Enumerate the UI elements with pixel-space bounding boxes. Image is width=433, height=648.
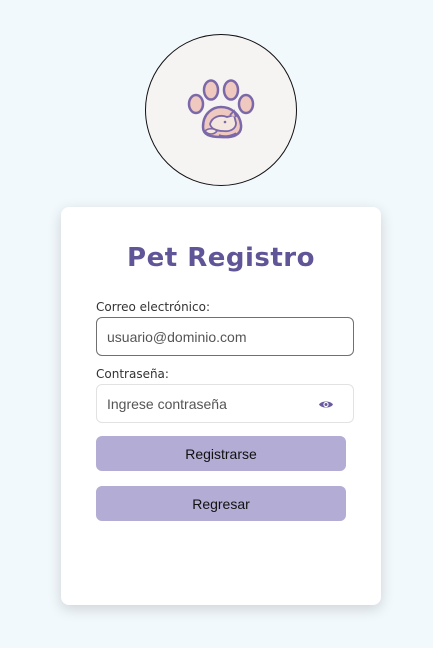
- email-field[interactable]: usuario@dominio.com: [96, 317, 354, 356]
- password-placeholder: Ingrese contraseña: [107, 395, 227, 412]
- password-label: Contraseña:: [96, 367, 169, 381]
- register-button[interactable]: Registrarse: [96, 436, 346, 471]
- email-value: usuario@dominio.com: [107, 328, 247, 345]
- logo-circle: [145, 34, 297, 186]
- page-title: Pet Registro: [127, 243, 315, 273]
- back-button[interactable]: Regresar: [96, 486, 346, 521]
- eye-icon[interactable]: [317, 396, 335, 412]
- email-label: Correo electrónico:: [96, 300, 210, 314]
- paw-pet-icon: [187, 79, 255, 139]
- password-field[interactable]: Ingrese contraseña: [96, 384, 354, 423]
- register-card: Pet Registro Correo electrónico: usuario…: [61, 207, 381, 605]
